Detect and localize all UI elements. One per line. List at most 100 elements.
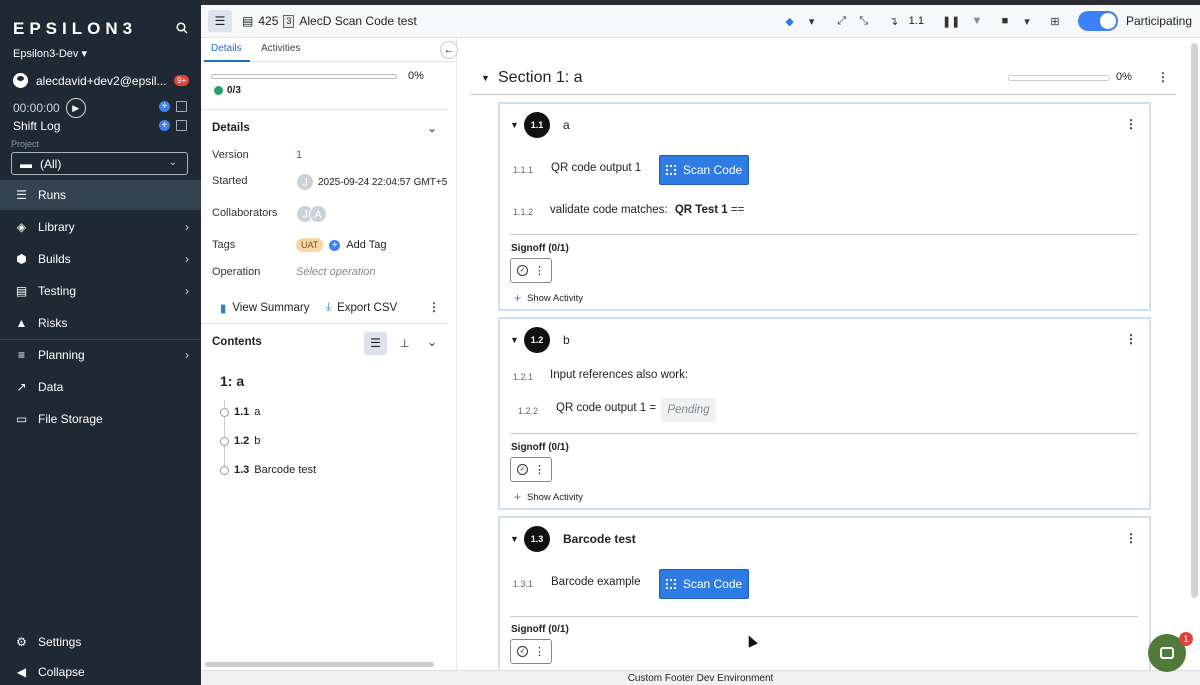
search-icon[interactable] (176, 22, 188, 37)
tab-details[interactable]: Details (211, 43, 242, 54)
section-divider (470, 94, 1176, 95)
horizontal-scrollbar[interactable] (205, 662, 434, 667)
jump-to-step-icon[interactable]: ↴ (887, 15, 901, 28)
layers-icon: ◈ (16, 220, 27, 234)
list-view-icon[interactable]: ☰ (208, 10, 232, 32)
shift-log[interactable]: Shift Log (13, 119, 60, 133)
view-summary-button[interactable]: ▮ View Summary (220, 301, 309, 315)
nav-planning[interactable]: ≡ Planning › (0, 340, 201, 370)
add-timer-icon[interactable]: + (159, 101, 170, 112)
chat-badge: 1 (1179, 632, 1193, 646)
plus-icon[interactable]: + (329, 239, 341, 251)
chat-icon (1160, 647, 1174, 659)
export-csv-button[interactable]: ⤓ Export CSV (326, 301, 397, 314)
expand-icon[interactable]: ⤢ (835, 15, 849, 28)
notification-badge[interactable]: 9+ (174, 75, 190, 86)
scan-code-button[interactable]: Scan Code (659, 569, 749, 599)
arrow-left-icon[interactable]: ← (440, 41, 458, 59)
more-icon[interactable]: ⋮ (428, 300, 440, 314)
nav-library[interactable]: ◈ Library › (0, 212, 201, 242)
signoff-button[interactable]: ✓ ⋮ (510, 639, 552, 664)
toc-item-label: a (254, 406, 261, 418)
caret-down-icon[interactable]: ▾ (805, 15, 819, 28)
list-view-icon[interactable]: ☰ (364, 332, 387, 355)
grid-icon[interactable]: ⊞ (1048, 15, 1062, 28)
run-icon: ▤ (242, 14, 254, 28)
nav-runs[interactable]: ☰ Runs (0, 180, 201, 210)
substep-number: 1.3.1 (513, 579, 534, 589)
nav-label: Data (38, 380, 64, 394)
more-icon[interactable]: ⋮ (1125, 117, 1137, 131)
collapse-icon[interactable]: ⤡ (857, 15, 871, 28)
more-icon[interactable]: ⋮ (534, 264, 545, 277)
substep-text: Input references also work: (550, 369, 689, 381)
vertical-scrollbar[interactable] (1191, 43, 1198, 598)
nav-builds[interactable]: ⬢ Builds › (0, 244, 201, 274)
toc-item[interactable]: 1.2 b (220, 435, 260, 447)
run-title: ▤ 425 3 AlecD Scan Code test (242, 14, 417, 28)
caret-down-icon[interactable]: ▼ (510, 120, 519, 130)
filter-icon[interactable]: ▼ (970, 15, 984, 27)
diamond-icon[interactable]: ◆ (783, 15, 797, 28)
caret-down-icon[interactable]: ▼ (510, 534, 519, 544)
nav-file-storage[interactable]: ▭ File Storage (0, 404, 201, 434)
show-activity-button[interactable]: + Show Activity (514, 291, 583, 305)
user-menu[interactable]: alecdavid+dev2@epsil... (13, 73, 167, 88)
substep-text: Barcode example (551, 576, 641, 588)
participating-toggle[interactable] (1077, 11, 1118, 31)
toc-item[interactable]: 1.3 Barcode test (220, 464, 316, 476)
nav-testing[interactable]: ▤ Testing › (0, 276, 201, 306)
current-step[interactable]: 1.1 (909, 15, 924, 27)
caret-down-icon[interactable]: ▾ (1020, 15, 1034, 28)
add-shift-log-icon[interactable]: + (159, 120, 170, 131)
more-icon[interactable]: ⋮ (1157, 70, 1169, 84)
nav-risks[interactable]: ▲ Risks (0, 308, 201, 338)
caret-down-icon[interactable]: ▼ (481, 73, 490, 83)
version-value[interactable]: 1 (296, 149, 302, 161)
checklist-icon: ☰ (16, 188, 27, 202)
more-icon[interactable]: ⋮ (1125, 531, 1137, 545)
chevron-down-icon[interactable]: ⌄ (427, 335, 437, 349)
substep-number: 1.1.1 (513, 165, 534, 175)
more-icon[interactable]: ⋮ (1125, 332, 1137, 346)
stop-icon[interactable]: ■ (998, 15, 1012, 27)
procedure-view: ▼ Section 1: a 0% ⋮ ▼ 1.1 a ⋮ 1.1.1 QR c… (458, 38, 1200, 676)
nav-data[interactable]: ↗ Data (0, 372, 201, 402)
grid-icon[interactable] (176, 101, 187, 112)
chevron-down-icon[interactable]: ⌄ (427, 121, 437, 135)
brand-logo: EPSILON3 (13, 19, 138, 38)
nav-label: Builds (38, 252, 71, 266)
nav-label: Testing (38, 284, 77, 298)
nav-settings[interactable]: ⚙ Settings (0, 627, 201, 657)
show-activity-button[interactable]: + Show Activity (514, 490, 583, 504)
signoff-button[interactable]: ✓ ⋮ (510, 258, 552, 283)
toc-item-label: b (254, 435, 261, 447)
show-activity-label: Show Activity (527, 292, 583, 304)
signoff-button[interactable]: ✓ ⋮ (510, 457, 552, 482)
line-chart-icon: ↗ (16, 380, 27, 394)
toc-item[interactable]: 1.1 a (220, 406, 260, 418)
download-icon: ⤓ (326, 301, 332, 313)
tags-label: Tags (212, 239, 236, 251)
project-select[interactable]: ▬ (All) ⌄ (11, 152, 188, 175)
add-tag-button[interactable]: Add Tag (346, 239, 386, 251)
nav-label: Collapse (38, 665, 85, 679)
operation-select[interactable]: Select operation (296, 266, 376, 278)
chevron-right-icon: › (185, 284, 189, 298)
plus-icon: + (514, 490, 522, 504)
more-icon[interactable]: ⋮ (534, 645, 545, 658)
scan-code-button[interactable]: Scan Code (659, 155, 749, 185)
play-icon[interactable]: ▶ (65, 98, 86, 118)
pause-icon[interactable]: ❚❚ (942, 15, 960, 28)
collapse-button[interactable]: ◀ Collapse (0, 657, 201, 685)
org-switcher[interactable]: Epsilon3-Dev ▾ (13, 47, 87, 60)
started-label: Started (212, 175, 248, 187)
toc-section[interactable]: 1: a (220, 373, 244, 389)
tree-view-icon[interactable]: ⊥ (400, 337, 410, 350)
divider (201, 323, 448, 324)
caret-down-icon[interactable]: ▼ (510, 335, 519, 345)
tab-activities[interactable]: Activities (261, 43, 300, 54)
more-icon[interactable]: ⋮ (534, 463, 545, 476)
substep-text-bold: QR Test 1 (674, 204, 728, 216)
book-icon[interactable] (176, 120, 187, 131)
